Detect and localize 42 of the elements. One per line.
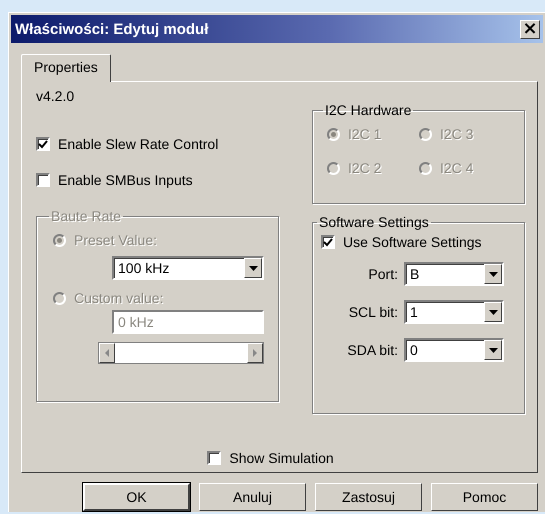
dropdown[interactable]: B xyxy=(404,262,504,286)
right-arrow-icon xyxy=(253,349,257,357)
window-title: Właściwości: Edytuj moduł xyxy=(15,20,208,38)
dialog-button[interactable]: Pomoc xyxy=(431,483,538,511)
dialog-button[interactable]: Zastosuj xyxy=(315,483,422,511)
dropdown-value: 0 xyxy=(410,342,418,358)
field-label: SDA bit: xyxy=(347,342,398,358)
tab[interactable]: Properties xyxy=(21,54,111,82)
dialog-button[interactable]: OK xyxy=(83,483,190,511)
dropdown[interactable]: 0 xyxy=(404,338,504,362)
group-title: I2C Hardware xyxy=(325,102,412,118)
radio-label: I2C 2 xyxy=(348,160,382,176)
checkbox[interactable] xyxy=(321,235,335,249)
dialog-button[interactable]: Anuluj xyxy=(199,483,306,511)
dropdown[interactable]: 1 xyxy=(404,300,504,324)
field-label: SCL bit: xyxy=(348,304,398,320)
checkbox-label: Use Software Settings xyxy=(343,234,482,250)
dropdown-value: 1 xyxy=(410,304,418,320)
group-title: Baute Rate xyxy=(51,208,122,224)
dropdown-arrow-icon xyxy=(488,310,498,314)
checkbox-label: Enable SMBus Inputs xyxy=(58,172,193,188)
dropdown-value: B xyxy=(410,266,420,282)
radio-label: I2C 4 xyxy=(440,160,474,176)
radio-label: I2C 3 xyxy=(440,126,474,142)
dropdown-arrow-icon xyxy=(488,272,498,276)
left-arrow-icon xyxy=(105,349,109,357)
group-title: Software Settings xyxy=(319,214,429,230)
checkbox[interactable] xyxy=(207,450,222,464)
dropdown-value: 100 kHz xyxy=(118,260,170,276)
checkbox[interactable] xyxy=(36,173,50,187)
version-label: v4.2.0 xyxy=(36,88,76,104)
dropdown-arrow-icon xyxy=(248,266,258,270)
checkbox-label: Show Simulation xyxy=(229,450,334,466)
checkbox[interactable] xyxy=(36,137,50,151)
close-button[interactable]: × xyxy=(520,20,540,38)
radio-label: I2C 1 xyxy=(348,126,382,142)
radio-label: Custom value: xyxy=(74,290,164,306)
checkbox-label: Enable Slew Rate Control xyxy=(58,136,218,152)
input-value: 0 kHz xyxy=(118,314,154,330)
dropdown-arrow-icon xyxy=(488,348,498,352)
radio-label: Preset Value: xyxy=(74,232,158,248)
field-label: Port: xyxy=(368,266,398,282)
